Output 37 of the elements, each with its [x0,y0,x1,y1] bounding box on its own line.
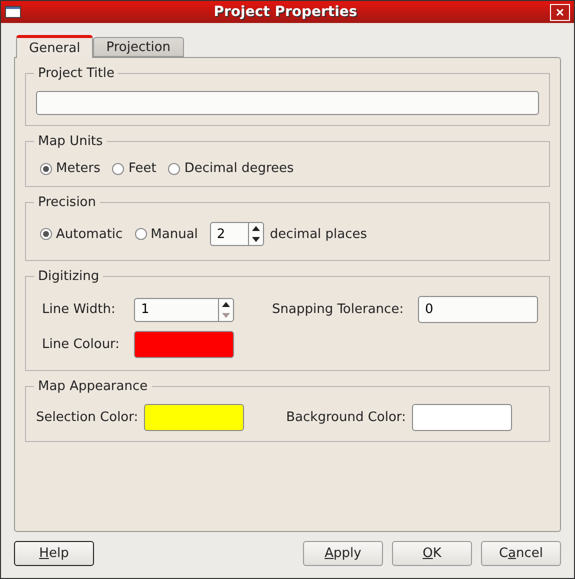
tolerance-field[interactable]: 0 [418,296,538,323]
dialog-button[interactable]: Help [14,541,94,566]
places-label: decimal places [270,226,368,242]
group-title: Map Units [37,134,104,149]
radio-button[interactable] [112,162,124,174]
group-title: Digitizing [37,269,100,284]
window-icon [5,6,21,18]
field-label: Selection Color: [36,410,138,425]
radio-label[interactable]: Decimal degrees [184,161,294,176]
title-field[interactable] [36,91,539,115]
field-label: Background Color: [286,410,406,425]
dialog-button[interactable]: OK [392,541,472,566]
field-label: Line Width: [42,302,116,317]
color-swatch[interactable] [134,331,234,358]
group-title: Map Appearance [37,379,149,394]
spin-field[interactable]: 1 [134,298,218,322]
dialog-button[interactable]: Cancel [481,541,561,566]
window-title: Project Properties [212,4,358,20]
close-button[interactable]: × [550,4,570,20]
tab[interactable]: Projection [93,37,184,57]
field-label: Snapping Tolerance: [272,302,405,317]
radio-button[interactable] [40,162,52,174]
group-title: Precision [37,195,98,210]
color-swatch[interactable] [144,404,244,431]
dialog-button[interactable]: Apply [303,541,383,566]
spin-field[interactable]: 2 [210,222,248,246]
color-swatch[interactable] [412,404,512,431]
field-label: Line Colour: [42,337,121,352]
group-title: Project Title [37,66,116,81]
radio-label[interactable]: Manual [150,226,198,242]
radio-label[interactable]: Meters [56,161,100,176]
radio-button[interactable] [40,228,52,240]
radio-label[interactable]: Automatic [56,226,123,242]
radio-button[interactable] [168,162,180,174]
radio-label[interactable]: Feet [128,161,156,176]
radio-button[interactable] [134,228,147,240]
tab[interactable]: General [16,35,94,58]
